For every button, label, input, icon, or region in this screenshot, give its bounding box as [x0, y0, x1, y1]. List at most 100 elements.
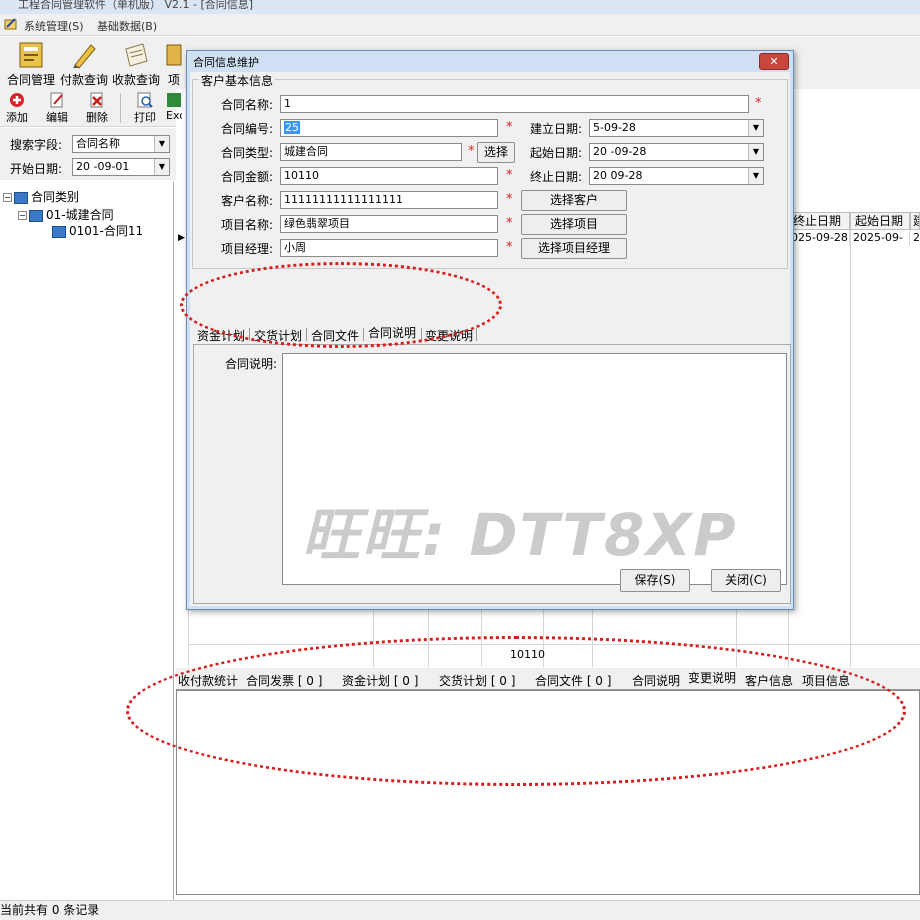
grid-cell-end-date[interactable]: 025-09-28 — [788, 230, 850, 246]
contract-manage-button[interactable]: 合同管理 — [5, 39, 57, 87]
edit-icon — [49, 92, 65, 108]
created-date-value: 5-09-28 — [593, 121, 636, 134]
project-button[interactable]: 项 — [162, 39, 186, 87]
contract-type-label: 合同类型: — [220, 146, 273, 160]
tree-node-label: 01-城建合同 — [46, 208, 114, 222]
chevron-down-icon: ▼ — [748, 168, 763, 184]
export-excel-button[interactable]: Exc — [166, 92, 182, 124]
toolbar-separator — [120, 93, 121, 123]
tree-node-category[interactable]: − 01-城建合同 — [18, 206, 114, 223]
contract-code-input[interactable]: 25 — [280, 119, 498, 137]
collapse-icon[interactable]: − — [3, 193, 12, 202]
start-date-picker[interactable]: 20 -09-01 ▼ — [72, 158, 170, 176]
end-date-value: 20 09-28 — [593, 169, 643, 182]
menu-basic-data[interactable]: 基础数据(B) — [97, 18, 157, 34]
tree-root-label: 合同类别 — [31, 190, 80, 204]
tree-leaf-contract[interactable]: 0101-合同11 — [52, 222, 143, 239]
watermark: 旺旺: DTT8XP — [302, 501, 738, 569]
required-mark: * — [506, 120, 513, 135]
status-bar: 当前共有 0 条记录 — [0, 900, 920, 920]
search-panel: 搜索字段: 合同名称 ▼ 关 开始日期: 20 -09-01 ▼ — [0, 128, 176, 180]
folder-icon — [29, 209, 43, 222]
add-button[interactable]: 添加 — [0, 92, 34, 124]
contract-name-label: 合同名称: — [220, 98, 273, 112]
annotation-oval-bottom-tabs — [126, 636, 906, 786]
action-toolbar: 添加 编辑 删除 打印 Exc — [0, 89, 182, 127]
export-excel-label: Exc — [166, 109, 182, 122]
project-label: 项 — [167, 73, 180, 87]
search-field-value: 合同名称 — [76, 137, 120, 150]
receipt-query-label: 收款查询 — [111, 73, 160, 87]
start-date-field-picker[interactable]: 20 -09-28 ▼ — [589, 143, 764, 161]
collapse-icon[interactable]: − — [18, 211, 27, 220]
tree-root[interactable]: − 合同类别 — [3, 188, 79, 205]
select-type-button[interactable]: 选择 — [477, 142, 515, 163]
select-project-button[interactable]: 选择项目 — [521, 214, 627, 235]
pencil-icon — [69, 41, 99, 69]
menu-system[interactable]: 系统管理(S) — [24, 18, 84, 34]
chevron-down-icon: ▼ — [748, 144, 763, 160]
chevron-down-icon: ▼ — [154, 159, 169, 175]
project-icon — [165, 41, 183, 69]
chevron-down-icon: ▼ — [748, 120, 763, 136]
contract-category-tree: − 合同类别 −01-城建合同 0101-合同11 — [0, 182, 174, 900]
project-manager-input[interactable]: 小周 — [280, 239, 498, 257]
project-name-input[interactable]: 绿色翡翠项目 — [280, 215, 498, 233]
menu-bar: 系统管理(S) 基础数据(B) — [0, 14, 920, 36]
start-date-field-label: 起始日期: — [529, 146, 582, 160]
contract-notes-label: 合同说明: — [224, 357, 277, 371]
project-manager-label: 项目经理: — [220, 242, 273, 256]
contract-amount-input[interactable]: 10110 — [280, 167, 498, 185]
document-pen-icon — [121, 41, 151, 69]
excel-icon — [166, 92, 182, 108]
add-label: 添加 — [6, 111, 28, 124]
required-mark: * — [506, 240, 513, 255]
file-icon — [52, 225, 66, 238]
end-date-picker[interactable]: 20 09-28 ▼ — [589, 167, 764, 185]
contract-book-icon — [16, 41, 46, 69]
select-manager-button[interactable]: 选择项目经理 — [521, 238, 627, 259]
contract-name-input[interactable]: 1 — [280, 95, 749, 113]
contract-code-label: 合同编号: — [220, 122, 273, 136]
grid-header-created[interactable]: 建 — [910, 212, 920, 230]
created-date-picker[interactable]: 5-09-28 ▼ — [589, 119, 764, 137]
grid-header-start-date[interactable]: 起始日期 — [850, 212, 910, 230]
close-button[interactable]: 关闭(C) — [711, 569, 781, 592]
contract-type-input[interactable]: 城建合同 — [280, 143, 462, 161]
edit-button[interactable]: 编辑 — [40, 92, 74, 124]
save-button[interactable]: 保存(S) — [620, 569, 690, 592]
contract-amount-label: 合同金额: — [220, 170, 273, 184]
start-date-field-value: 20 -09-28 — [593, 145, 647, 158]
contract-manage-label: 合同管理 — [6, 73, 55, 87]
search-field-select[interactable]: 合同名称 ▼ — [72, 135, 170, 153]
delete-icon — [89, 92, 105, 108]
payment-query-button[interactable]: 付款查询 — [58, 39, 110, 87]
print-preview-icon — [137, 92, 153, 108]
start-date-label: 开始日期: — [10, 162, 63, 176]
folder-icon — [14, 191, 28, 204]
customer-name-label: 客户名称: — [220, 194, 273, 208]
window-title: 工程合同管理软件（单机版） V2.1 - [合同信息] — [0, 0, 920, 14]
grid-header-end-date[interactable]: 终止日期 — [788, 212, 850, 230]
print-button[interactable]: 打印 — [128, 92, 162, 124]
grid-cell-created[interactable]: 2 — [910, 230, 920, 246]
contract-code-value: 25 — [284, 121, 300, 134]
dialog-title: 合同信息维护 — [193, 56, 259, 69]
chevron-down-icon: ▼ — [154, 136, 169, 152]
required-mark: * — [506, 216, 513, 231]
edit-label: 编辑 — [46, 111, 68, 124]
start-date-value: 20 -09-01 — [76, 160, 130, 173]
add-icon — [9, 92, 25, 108]
search-field-label: 搜索字段: — [10, 138, 63, 152]
end-date-label: 终止日期: — [529, 170, 582, 184]
close-icon[interactable]: ✕ — [759, 53, 789, 70]
payment-query-label: 付款查询 — [59, 73, 108, 87]
select-customer-button[interactable]: 选择客户 — [521, 190, 627, 211]
receipt-query-button[interactable]: 收款查询 — [110, 39, 162, 87]
app-icon — [4, 17, 18, 31]
customer-name-input[interactable]: 11111111111111111 — [280, 191, 498, 209]
delete-button[interactable]: 删除 — [80, 92, 114, 124]
required-mark: * — [468, 144, 475, 159]
grid-cell-start-date[interactable]: 2025-09-28 — [850, 230, 910, 246]
print-label: 打印 — [134, 111, 156, 124]
